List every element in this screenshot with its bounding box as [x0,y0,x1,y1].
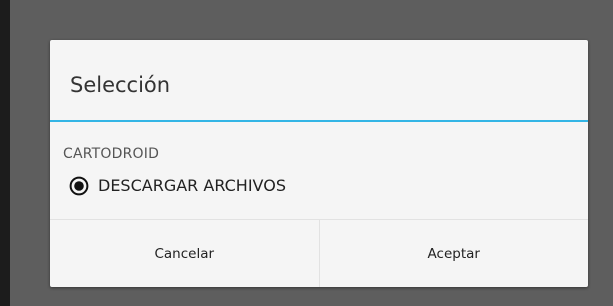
dialog-title: Selección [70,73,171,97]
cancel-button[interactable]: Cancelar [50,220,319,287]
section-header: CARTODROID [63,146,160,162]
title-divider [50,120,588,122]
radio-selected-icon[interactable] [69,176,89,196]
option-descargar-archivos[interactable]: DESCARGAR ARCHIVOS [69,174,286,198]
option-label: DESCARGAR ARCHIVOS [98,176,286,195]
selection-dialog: Selección CARTODROID DESCARGAR ARCHIVOS … [50,40,588,287]
window-edge [0,0,10,306]
button-bar: Cancelar Aceptar [50,219,588,287]
accept-button[interactable]: Aceptar [318,220,589,287]
